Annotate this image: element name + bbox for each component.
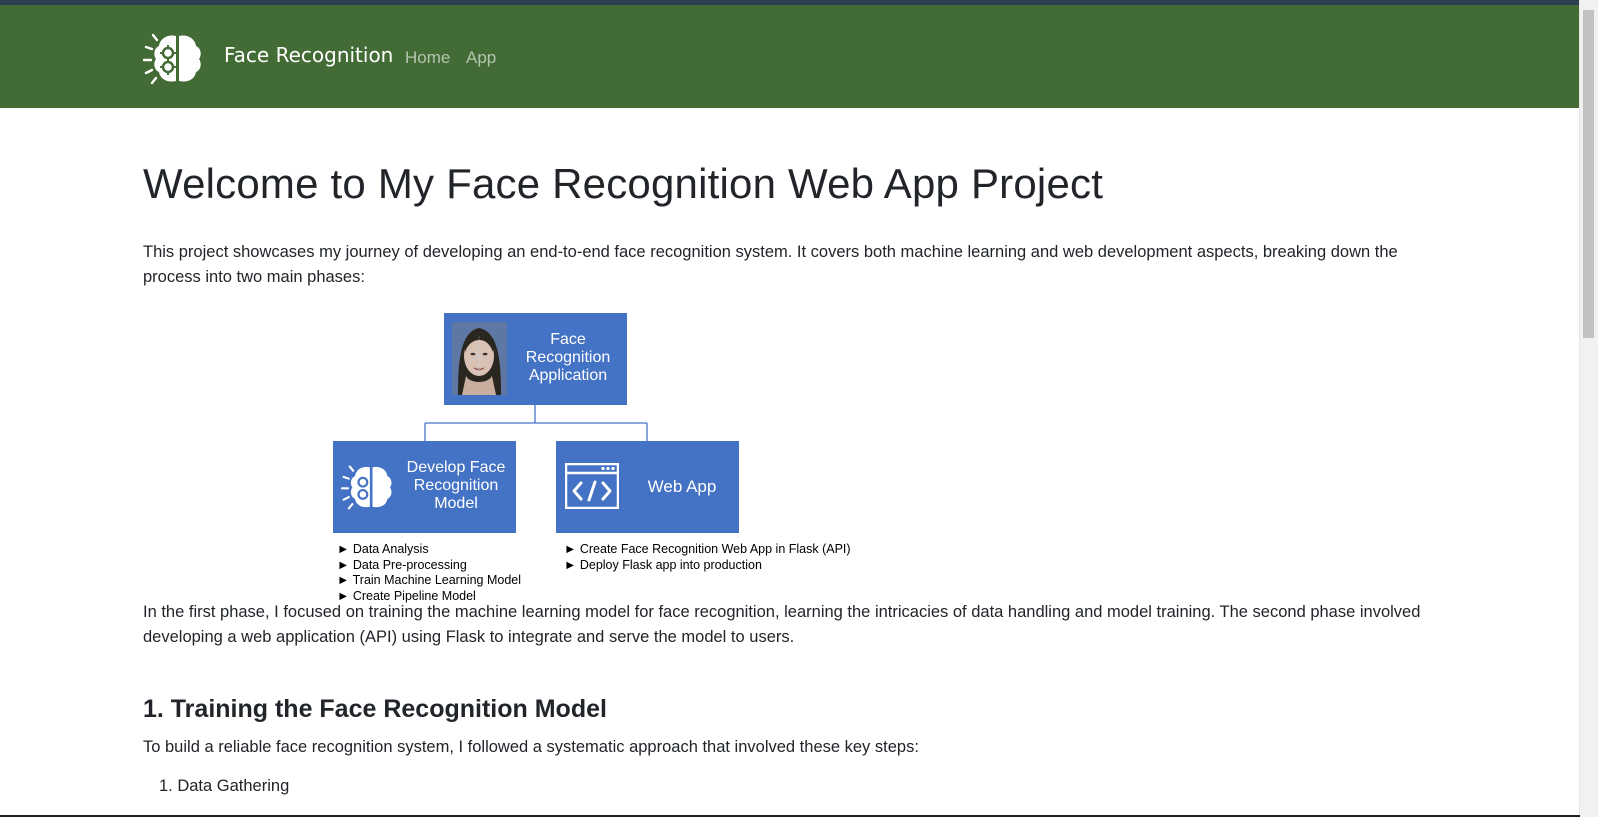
code-window-icon [565,463,619,509]
list-item: ► Create Face Recognition Web App in Fla… [564,542,851,556]
list-item: ► Data Pre-processing [337,557,467,572]
nav-link-app[interactable]: App [466,48,496,68]
face-portrait-icon [452,322,507,395]
nav-link-home[interactable]: Home [405,48,450,68]
phases-paragraph: In the first phase, I focused on trainin… [143,603,1421,646]
list-item: 1. Data Gathering [159,777,290,795]
brain-gear-icon [341,465,392,510]
brain-gear-logo-icon[interactable] [143,31,207,86]
diagram-left-label: Develop Face Recognition Model [406,459,506,512]
scrollbar-thumb[interactable] [1583,10,1594,338]
diagram-left-box: Develop Face Recognition Model [333,441,516,533]
steps-list: 1. Data Gathering [159,777,289,796]
section-intro-paragraph: To build a reliable face recognition sys… [143,738,919,756]
intro-paragraph: This project showcases my journey of dev… [143,243,1398,286]
diagram-root-box: Face Recognition Application [444,313,627,405]
list-item: ► Deploy Flask app into production [564,557,762,572]
list-item: ► Data Analysis [337,542,429,556]
diagram-right-box: Web App [556,441,739,533]
diagram-right-bullets: ► Create Face Recognition Web App in Fla… [564,542,851,573]
navbar-brand[interactable]: Face Recognition [224,43,393,67]
list-item: ► Create Pipeline Model [337,588,476,603]
list-item: ► Train Machine Learning Model [337,573,521,587]
section-heading-training: 1. Training the Face Recognition Model [143,695,607,723]
project-phases-diagram: Face Recognition Application Develop Fac… [333,313,853,605]
navbar: Face Recognition Home App [0,5,1580,108]
page-title: Welcome to My Face Recognition Web App P… [143,160,1104,207]
diagram-left-bullets: ► Data Analysis ► Data Pre-processing ► … [337,542,521,604]
vertical-scrollbar[interactable] [1579,0,1598,817]
diagram-root-label: Face Recognition Application [525,331,611,384]
diagram-right-label: Web App [647,477,717,496]
